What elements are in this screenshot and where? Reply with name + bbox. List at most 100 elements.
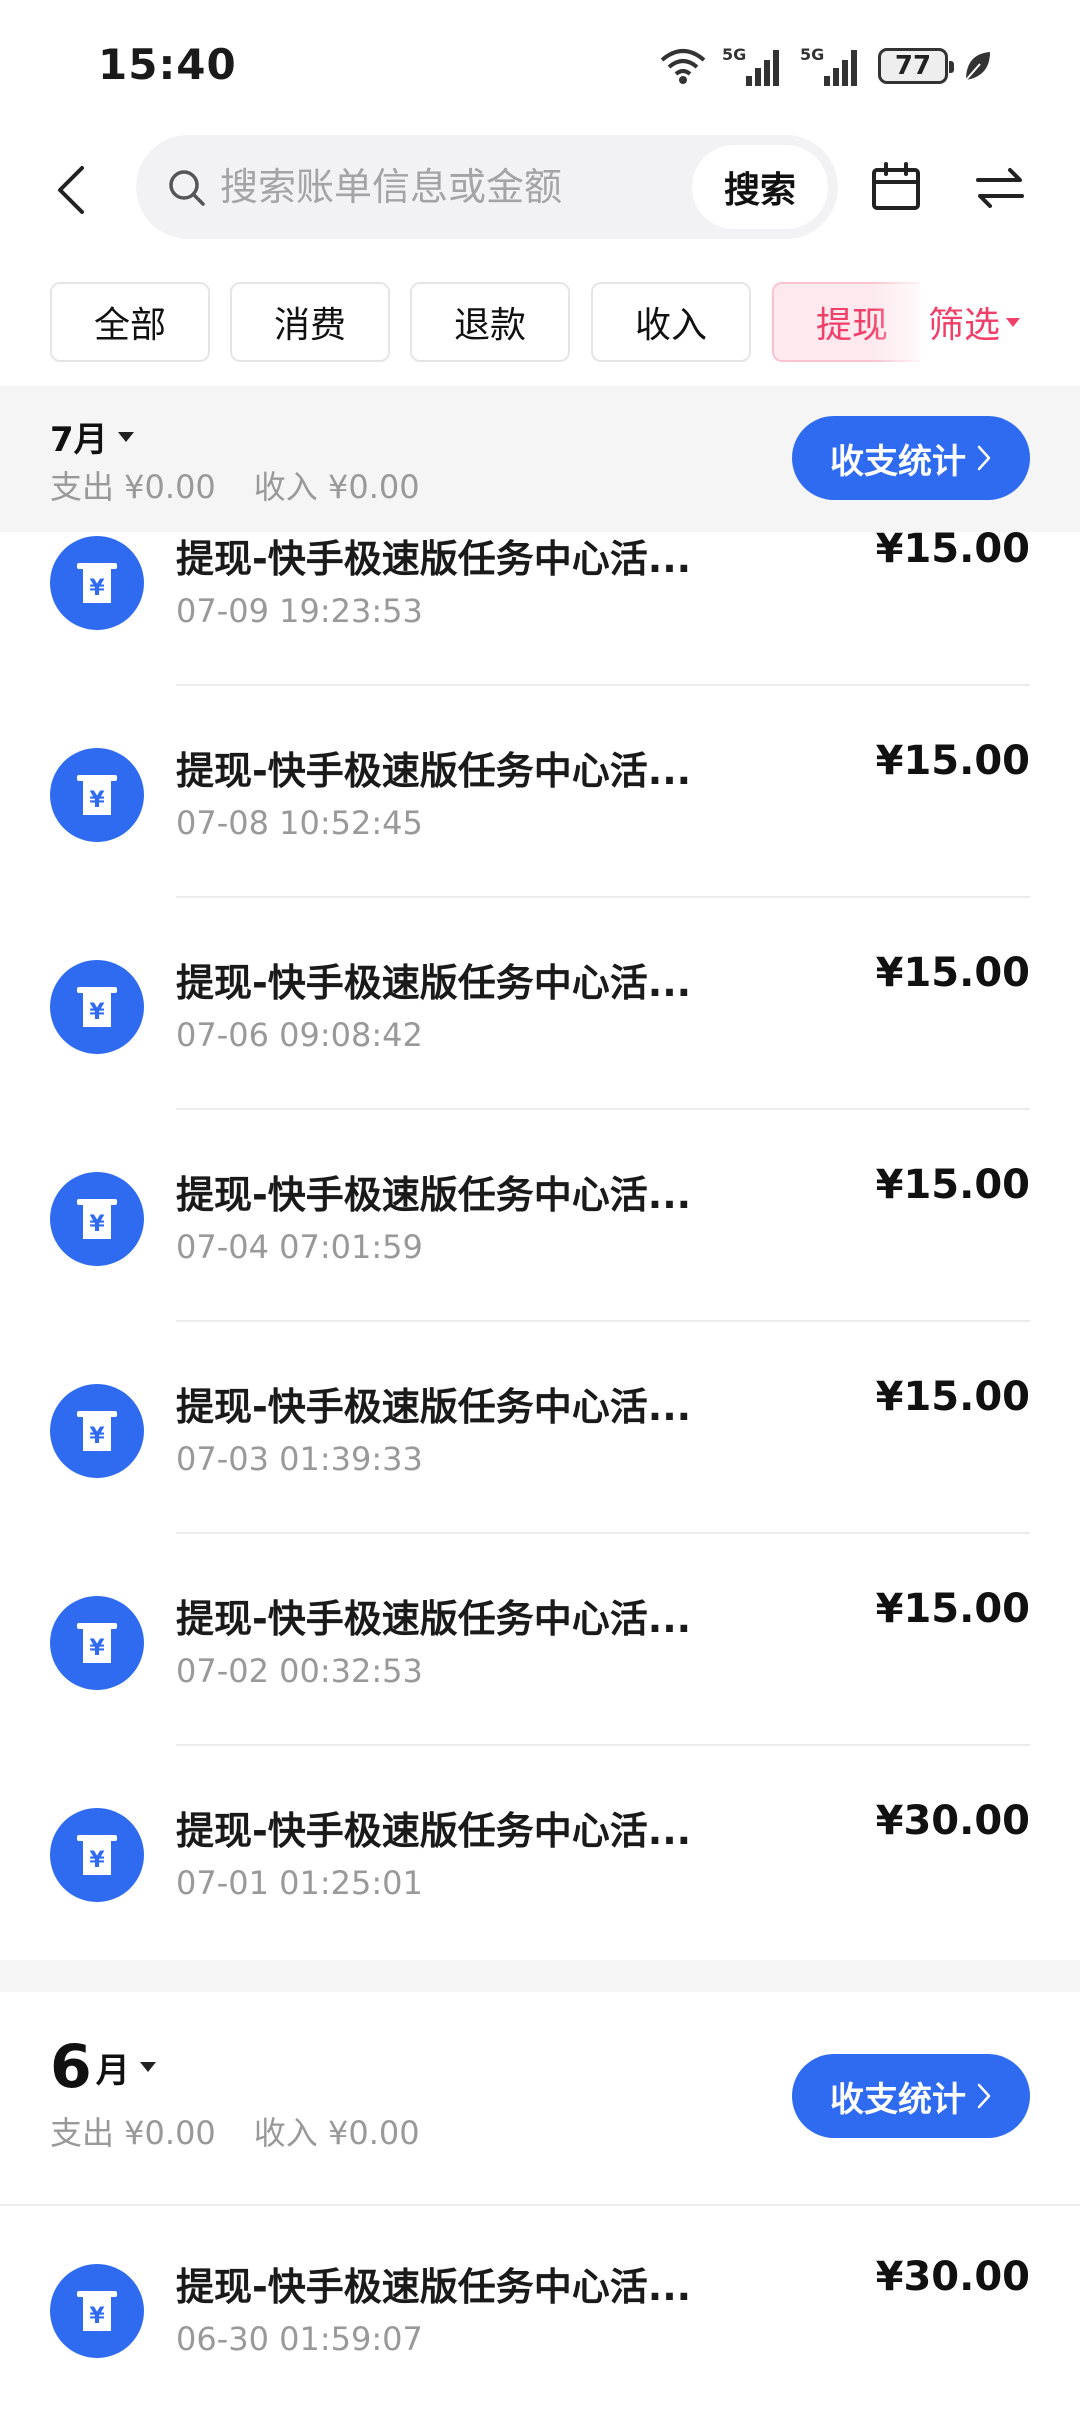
expense-total: 支出 ¥0.00: [50, 2114, 216, 2152]
svg-text:¥: ¥: [89, 788, 105, 813]
tab-all[interactable]: 全部: [50, 282, 210, 362]
battery-level: 77: [894, 51, 932, 81]
row-divider: [176, 1532, 1030, 1534]
swap-icon: [976, 168, 1024, 208]
transaction-title: 提现-快手极速版任务中心活...: [176, 1597, 692, 1641]
month-header-july: 7月 支出 ¥0.00 收入 ¥0.00 收支统计: [0, 386, 1080, 532]
transaction-time: 06-30 01:59:07: [176, 2320, 423, 2358]
transaction-amount: ¥30.00: [875, 1798, 1030, 1844]
transaction-amount: ¥30.00: [875, 2254, 1030, 2300]
month-selector[interactable]: 7月: [50, 412, 134, 461]
withdraw-icon: ¥: [50, 536, 144, 630]
search-input[interactable]: [220, 159, 660, 215]
transaction-row[interactable]: ¥ 提现-快手极速版任务中心活... 07-03 01:39:33 ¥15.00: [0, 1374, 1080, 1588]
row-divider: [176, 1320, 1030, 1322]
transaction-title: 提现-快手极速版任务中心活...: [176, 1385, 692, 1429]
transaction-amount: ¥15.00: [875, 526, 1030, 572]
row-divider: [176, 1744, 1030, 1746]
stats-button-label: 收支统计: [830, 2079, 966, 2120]
atm-icon: ¥: [77, 1623, 117, 1663]
atm-icon: ¥: [77, 775, 117, 815]
transaction-title: 提现-快手极速版任务中心活...: [176, 961, 692, 1005]
battery-icon: 77: [878, 48, 954, 84]
month-selector[interactable]: 6 月: [50, 2032, 156, 2102]
svg-text:¥: ¥: [89, 2304, 105, 2329]
swap-button[interactable]: [972, 160, 1028, 216]
back-icon: [58, 166, 84, 214]
signal-label-1: 5G: [722, 45, 746, 64]
svg-text:¥: ¥: [89, 1000, 105, 1025]
transaction-time: 07-01 01:25:01: [176, 1864, 423, 1902]
search-icon: [169, 170, 205, 206]
atm-icon: ¥: [77, 987, 117, 1027]
atm-icon: ¥: [77, 2291, 117, 2331]
transaction-amount: ¥15.00: [875, 1162, 1030, 1208]
filter-button[interactable]: 筛选: [920, 282, 1080, 362]
leaf-icon: [965, 52, 990, 81]
transaction-amount: ¥15.00: [875, 950, 1030, 996]
svg-text:¥: ¥: [89, 1212, 105, 1237]
transaction-row[interactable]: ¥ 提现-快手极速版任务中心活... 07-08 10:52:45 ¥15.00: [0, 738, 1080, 952]
transaction-time: 07-04 07:01:59: [176, 1228, 423, 1266]
svg-text:¥: ¥: [89, 1636, 105, 1661]
atm-icon: ¥: [77, 1199, 117, 1239]
caret-down-icon: [1006, 317, 1021, 327]
cellular-signal-icon: 5G: [722, 45, 779, 86]
row-divider: [176, 1108, 1030, 1110]
transaction-row[interactable]: ¥ 提现-快手极速版任务中心活... 07-04 07:01:59 ¥15.00: [0, 1162, 1080, 1376]
chevron-right-icon: [977, 445, 991, 471]
back-button[interactable]: [46, 160, 96, 220]
search-button[interactable]: 搜索: [692, 145, 828, 229]
stats-button-label: 收支统计: [830, 441, 966, 482]
month-unit: 月: [95, 2050, 130, 2091]
tab-consumption[interactable]: 消费: [230, 282, 390, 362]
transaction-time: 07-09 19:23:53: [176, 592, 423, 630]
stats-button[interactable]: 收支统计: [792, 416, 1030, 500]
income-total: 收入 ¥0.00: [253, 2114, 420, 2152]
transaction-row[interactable]: ¥ 提现-快手极速版任务中心活... 06-30 01:59:07 ¥30.00: [0, 2254, 1080, 2412]
signal-label-2: 5G: [800, 45, 824, 64]
transaction-time: 07-03 01:39:33: [176, 1440, 423, 1478]
month-title: 7月: [50, 420, 108, 460]
svg-text:¥: ¥: [89, 1424, 105, 1449]
transaction-row[interactable]: ¥ 提现-快手极速版任务中心活... 07-09 19:23:53 ¥15.00: [0, 526, 1080, 740]
transaction-row[interactable]: ¥ 提现-快手极速版任务中心活... 07-06 09:08:42 ¥15.00: [0, 950, 1080, 1164]
divider: [0, 2204, 1080, 2206]
month-header-june: 6 月 支出 ¥0.00 收入 ¥0.00 收支统计: [0, 1992, 1080, 2204]
withdraw-icon: ¥: [50, 1808, 144, 1902]
transaction-row[interactable]: ¥ 提现-快手极速版任务中心活... 07-02 00:32:53 ¥15.00: [0, 1586, 1080, 1800]
calendar-button[interactable]: [868, 160, 924, 216]
withdraw-icon: ¥: [50, 960, 144, 1054]
month-summary: 支出 ¥0.00 收入 ¥0.00: [50, 462, 420, 508]
stats-button[interactable]: 收支统计: [792, 2054, 1030, 2138]
atm-icon: ¥: [77, 1411, 117, 1451]
chevron-right-icon: [977, 2083, 991, 2109]
row-divider: [176, 896, 1030, 898]
transaction-title: 提现-快手极速版任务中心活...: [176, 2265, 692, 2309]
tab-income[interactable]: 收入: [591, 282, 751, 362]
transaction-title: 提现-快手极速版任务中心活...: [176, 749, 692, 793]
search-box[interactable]: 搜索: [136, 135, 838, 239]
transaction-time: 07-02 00:32:53: [176, 1652, 423, 1690]
caret-down-icon: [139, 2062, 156, 2072]
transaction-title: 提现-快手极速版任务中心活...: [176, 1809, 692, 1853]
transaction-time: 07-08 10:52:45: [176, 804, 423, 842]
withdraw-icon: ¥: [50, 748, 144, 842]
tab-refund[interactable]: 退款: [410, 282, 570, 362]
month-summary: 支出 ¥0.00 收入 ¥0.00: [50, 2108, 420, 2154]
status-bar: 15:40 5G 5G 77: [0, 0, 1080, 130]
filter-tabs: 全部 消费 退款 收入 提现 筛选: [0, 282, 1080, 362]
calendar-icon: [872, 162, 920, 210]
transaction-amount: ¥15.00: [875, 1586, 1030, 1632]
withdraw-icon: ¥: [50, 1172, 144, 1266]
svg-text:¥: ¥: [89, 576, 105, 601]
expense-total: 支出 ¥0.00: [50, 468, 216, 506]
transaction-amount: ¥15.00: [875, 1374, 1030, 1420]
svg-text:¥: ¥: [89, 1848, 105, 1873]
atm-icon: ¥: [77, 563, 117, 603]
caret-down-icon: [117, 431, 134, 442]
withdraw-icon: ¥: [50, 1384, 144, 1478]
income-total: 收入 ¥0.00: [253, 468, 420, 506]
withdraw-icon: ¥: [50, 1596, 144, 1690]
atm-icon: ¥: [77, 1835, 117, 1875]
